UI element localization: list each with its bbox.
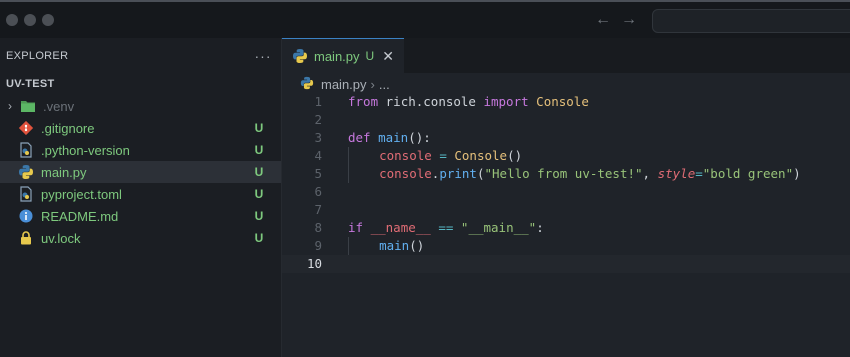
tree-item-uv-lock[interactable]: uv.lock U <box>0 227 281 249</box>
tree-item-label: README.md <box>41 208 119 224</box>
line-number: 3 <box>314 130 322 145</box>
title-bar: ← → <box>0 0 850 38</box>
python-icon <box>300 76 316 92</box>
code-line-1: 1 from rich.console import Console <box>282 93 850 111</box>
line-number: 6 <box>314 184 322 199</box>
explorer-sidebar: EXPLORER ··· UV-TEST › .venv .gitignore … <box>0 38 282 357</box>
tree-item-label: .python-version <box>41 142 130 158</box>
tree-item-label: .gitignore <box>41 120 95 136</box>
folder-icon <box>20 98 36 114</box>
editor-area: main.py U ✕ main.py › ... 1 from rich.co… <box>282 38 850 357</box>
tree-item-main-py[interactable]: main.py U <box>0 161 281 183</box>
tree-item-readme[interactable]: README.md U <box>0 205 281 227</box>
tree-item-python-version[interactable]: .python-version U <box>0 139 281 161</box>
more-actions-button[interactable]: ··· <box>251 48 275 64</box>
line-number: 8 <box>314 220 322 235</box>
maximize-window-button[interactable] <box>42 14 54 26</box>
tree-item-label: pyproject.toml <box>41 186 122 202</box>
tab-label: main.py <box>314 48 360 64</box>
close-window-button[interactable] <box>6 14 18 26</box>
lock-icon <box>18 230 34 246</box>
line-number: 9 <box>314 238 322 253</box>
tab-main-py[interactable]: main.py U ✕ <box>282 38 404 73</box>
tree-item-label: .venv <box>43 98 75 114</box>
tree-item-gitignore[interactable]: .gitignore U <box>0 117 281 139</box>
explorer-title: EXPLORER <box>6 49 69 62</box>
git-status: U <box>254 231 264 245</box>
python-file-icon <box>18 186 34 202</box>
git-status: U <box>254 121 264 135</box>
line-number: 5 <box>314 166 322 181</box>
code-line-5: 5 console.print("Hello from uv-test!", s… <box>282 165 850 183</box>
chevron-right-icon: › <box>370 76 375 92</box>
arrow-left-icon[interactable]: ← <box>594 10 612 30</box>
workspace-section-header[interactable]: UV-TEST <box>0 73 281 95</box>
git-status: U <box>254 165 264 179</box>
line-number: 2 <box>314 112 322 127</box>
tree-item-label: uv.lock <box>41 230 81 246</box>
breadcrumb-file[interactable]: main.py <box>321 77 367 92</box>
python-icon <box>18 164 34 180</box>
chevron-right-icon: › <box>8 99 12 113</box>
explorer-header: EXPLORER ··· <box>0 38 281 73</box>
line-number: 7 <box>314 202 322 217</box>
code-editor[interactable]: 1 from rich.console import Console 2 3 d… <box>282 93 850 273</box>
tree-item-venv[interactable]: › .venv <box>0 95 281 117</box>
code-line-4: 4 console = Console() <box>282 147 850 165</box>
tree-item-label: main.py <box>41 164 87 180</box>
python-icon <box>292 48 308 64</box>
code-line-9: 9 main() <box>282 237 850 255</box>
tree-item-pyproject[interactable]: pyproject.toml U <box>0 183 281 205</box>
code-line-3: 3 def main(): <box>282 129 850 147</box>
git-icon <box>18 120 34 136</box>
info-icon <box>18 208 34 224</box>
code-line-7: 7 <box>282 201 850 219</box>
line-number: 1 <box>314 94 322 109</box>
git-status: U <box>254 143 264 157</box>
breadcrumb: main.py › ... <box>282 73 850 95</box>
editor-tabs: main.py U ✕ <box>282 38 850 73</box>
arrow-right-icon[interactable]: → <box>620 10 638 30</box>
code-line-6: 6 <box>282 183 850 201</box>
line-number: 4 <box>314 148 322 163</box>
git-status: U <box>254 209 264 223</box>
code-line-10: 10 <box>282 255 850 273</box>
python-file-icon <box>18 142 34 158</box>
code-line-2: 2 <box>282 111 850 129</box>
line-number: 10 <box>306 256 322 271</box>
code-line-8: 8 if __name__ == "__main__": <box>282 219 850 237</box>
close-icon[interactable]: ✕ <box>382 48 394 65</box>
tab-git-status: U <box>365 49 375 63</box>
workspace-name: UV-TEST <box>6 78 55 90</box>
command-center-search[interactable] <box>652 9 850 33</box>
minimize-window-button[interactable] <box>24 14 36 26</box>
git-status: U <box>254 187 264 201</box>
file-tree: › .venv .gitignore U .python-version U m… <box>0 95 281 249</box>
breadcrumb-symbols[interactable]: ... <box>379 77 390 92</box>
